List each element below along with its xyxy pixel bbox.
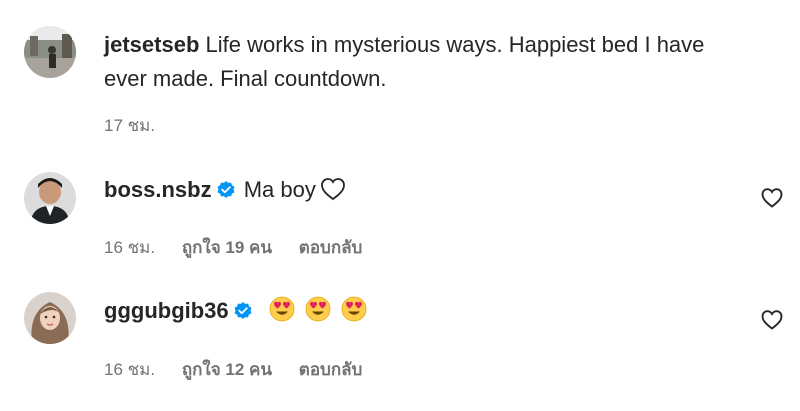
caption-text: jetsetseb Life works in mysterious ways.… xyxy=(104,28,724,96)
heart-eyes-emoji-icon xyxy=(305,296,331,332)
verified-badge-icon xyxy=(216,176,236,210)
caption-meta: 17 ชม. xyxy=(104,112,177,139)
comment-text: boss.nsbz Ma boy xyxy=(104,173,724,211)
avatar[interactable] xyxy=(24,292,76,344)
heart-eyes-emoji-icon xyxy=(341,296,367,332)
like-heart-icon[interactable] xyxy=(760,186,784,210)
comment-meta: 16 ชม. ถูกใจ 19 คน ตอบกลับ xyxy=(104,234,384,261)
avatar[interactable] xyxy=(24,26,76,78)
avatar[interactable] xyxy=(24,172,76,224)
heart-eyes-emoji-icon xyxy=(269,296,295,332)
reply-button[interactable]: ตอบกลับ xyxy=(299,238,363,257)
verified-badge-icon xyxy=(233,297,253,331)
emoji-group xyxy=(269,296,371,323)
likes-count-link[interactable]: ถูกใจ 12 คน xyxy=(182,360,272,379)
username-link[interactable]: boss.nsbz xyxy=(104,177,212,202)
timestamp[interactable]: 17 ชม. xyxy=(104,116,155,135)
timestamp[interactable]: 16 ชม. xyxy=(104,360,155,379)
username-link[interactable]: jetsetseb xyxy=(104,32,199,57)
white-heart-emoji-icon xyxy=(320,177,346,211)
comment-content: Ma boy xyxy=(243,177,316,202)
reply-button[interactable]: ตอบกลับ xyxy=(299,360,363,379)
comment-meta: 16 ชม. ถูกใจ 12 คน ตอบกลับ xyxy=(104,356,384,383)
comment-text: gggubgib36 xyxy=(104,294,724,332)
timestamp[interactable]: 16 ชม. xyxy=(104,238,155,257)
username-link[interactable]: gggubgib36 xyxy=(104,298,229,323)
like-heart-icon[interactable] xyxy=(760,308,784,332)
likes-count-link[interactable]: ถูกใจ 19 คน xyxy=(182,238,272,257)
